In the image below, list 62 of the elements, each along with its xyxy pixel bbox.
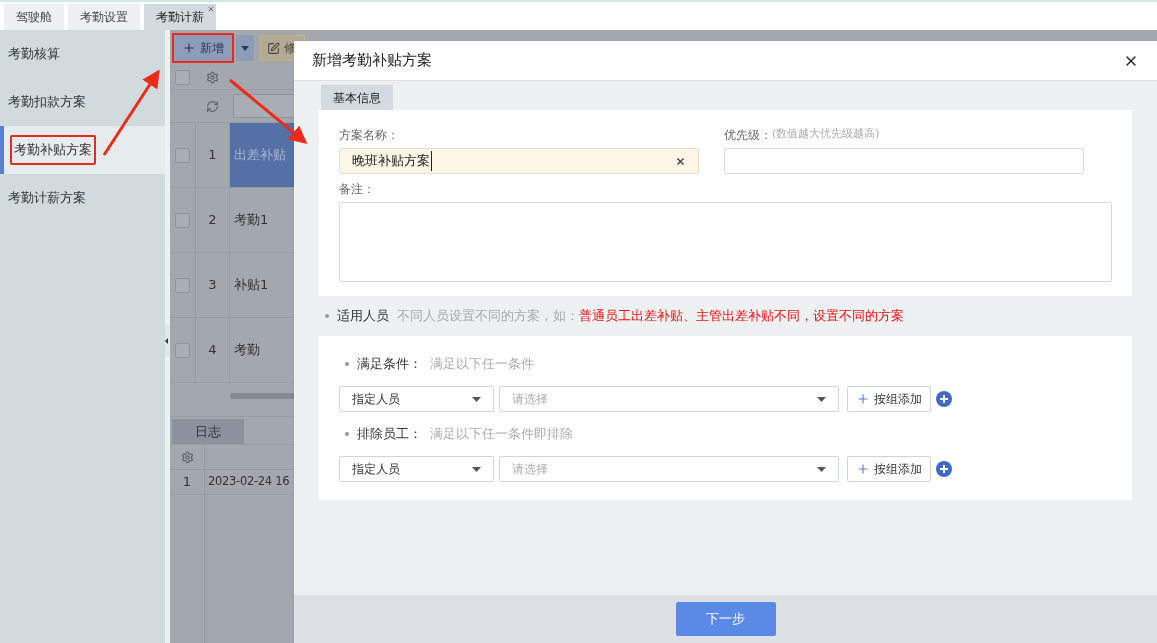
add-circle-icon[interactable] (936, 461, 952, 477)
caret-icon (241, 45, 249, 51)
header-checkbox[interactable] (175, 70, 190, 85)
sidebar-item[interactable]: 考勤核算 (0, 30, 165, 78)
row-checkbox[interactable] (175, 147, 190, 163)
row-number: 3 (208, 276, 217, 295)
dialog-tab[interactable]: 基本信息 (321, 85, 393, 110)
field-label: 备注： (339, 181, 376, 198)
table-cell-text: 考勤1 (233, 211, 270, 230)
section-label: 适用人员 (337, 307, 389, 326)
remark-field[interactable] (339, 202, 1112, 282)
top-tab[interactable]: 驾驶舱 (4, 4, 64, 30)
row-number: 1 (182, 473, 192, 492)
row-checkbox[interactable] (175, 342, 190, 358)
row-number: 1 (208, 146, 217, 165)
row-checkbox[interactable] (175, 212, 190, 228)
sidebar-item[interactable]: 考勤补贴方案 (0, 126, 165, 174)
sidebar-label: 考勤核算 (8, 45, 60, 64)
field-hint: (数值越大优先级越高) (772, 126, 880, 142)
name-field[interactable]: 晚班补贴方案 (339, 148, 699, 174)
field-label: 优先级： (724, 127, 772, 144)
row-number: 4 (208, 341, 217, 360)
dialog-title: 新增考勤补贴方案 (312, 50, 432, 72)
dropdown-button[interactable] (236, 35, 254, 61)
condition-label: 满足条件： (357, 355, 422, 374)
caret-icon (472, 396, 481, 402)
row-number: 2 (208, 211, 217, 230)
caret-icon (817, 396, 826, 402)
refresh-icon[interactable] (206, 99, 219, 113)
sidebar-label: 考勤计薪方案 (8, 189, 86, 208)
priority-field[interactable] (724, 148, 1084, 174)
sidebar-item[interactable]: 考勤计薪方案 (0, 174, 165, 222)
caret-icon (817, 466, 826, 472)
log-time: 2023-02-24 16 (207, 473, 290, 491)
plus-icon (856, 462, 870, 476)
type-select[interactable]: 指定人员 (339, 456, 494, 482)
add-circle-icon[interactable] (936, 391, 952, 407)
clear-icon[interactable] (675, 155, 686, 167)
row-checkbox[interactable] (175, 277, 190, 293)
plus-icon (182, 41, 196, 55)
plus-icon (856, 392, 870, 406)
condition-label: 排除员工： (357, 425, 422, 444)
sidebar-item[interactable]: 考勤扣款方案 (0, 78, 165, 126)
top-tab[interactable]: 考勤设置 (68, 4, 140, 30)
group-add-button[interactable]: 按组添加 (847, 386, 931, 412)
edit-icon (267, 41, 280, 55)
table-cell-text: 考勤 (233, 341, 261, 360)
sidebar-label: 考勤扣款方案 (8, 93, 86, 112)
group-add-button[interactable]: 按组添加 (847, 456, 931, 482)
table-cell: 出差补贴 (230, 123, 294, 187)
field-label: 方案名称： (339, 127, 400, 144)
settings-icon[interactable] (206, 71, 219, 84)
settings-icon[interactable] (180, 450, 194, 464)
add-button[interactable]: 新增 (174, 35, 232, 61)
table-cell-text: 补贴1 (233, 276, 270, 295)
sidebar-label: 考勤补贴方案 (10, 135, 96, 165)
field-value: 晚班补贴方案 (352, 151, 432, 171)
log-tab[interactable]: 日志 (172, 419, 244, 444)
top-tab[interactable]: 考勤计薪 (144, 4, 216, 30)
section-hint: 不同人员设置不同的方案，如：普通员工出差补贴、主管出差补贴不同，设置不同的方案 (397, 307, 904, 326)
caret-icon (472, 466, 481, 472)
type-select[interactable]: 指定人员 (339, 386, 494, 412)
